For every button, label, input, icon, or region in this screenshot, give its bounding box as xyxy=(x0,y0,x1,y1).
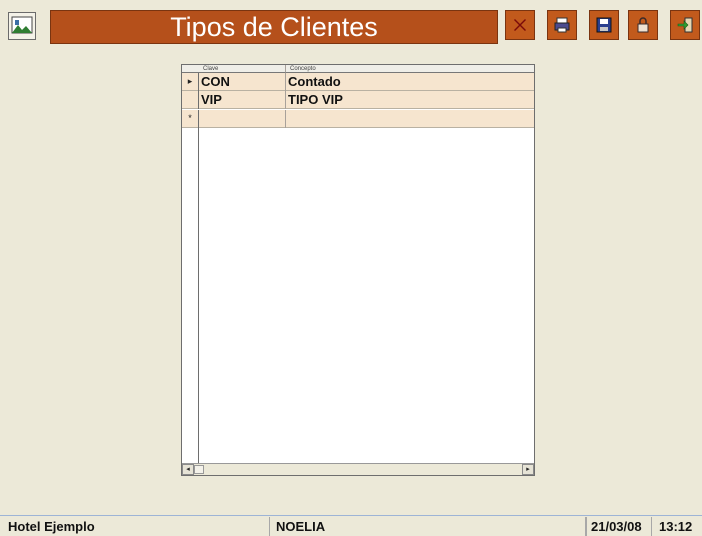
exit-icon xyxy=(677,17,693,33)
table-row[interactable]: VIP TIPO VIP xyxy=(182,91,534,109)
status-user: NOELIA xyxy=(272,517,586,536)
scroll-right-button[interactable]: ▸ xyxy=(522,464,534,475)
row-indicator xyxy=(182,91,199,109)
status-hotel: Hotel Ejemplo xyxy=(4,517,270,536)
lock-button[interactable] xyxy=(628,10,658,40)
grid-corner xyxy=(182,65,199,73)
cell-concepto[interactable] xyxy=(286,110,534,128)
print-button[interactable] xyxy=(547,10,577,40)
cell-clave[interactable]: CON xyxy=(199,73,286,91)
lock-icon xyxy=(637,17,649,33)
cell-concepto[interactable]: Contado xyxy=(286,73,534,91)
cell-clave[interactable]: VIP xyxy=(199,91,286,109)
save-icon xyxy=(596,17,612,33)
cell-concepto[interactable]: TIPO VIP xyxy=(286,91,534,109)
page-title: Tipos de Clientes xyxy=(50,10,498,44)
current-row-indicator: ▸ xyxy=(182,73,199,91)
scroll-thumb[interactable] xyxy=(194,465,204,474)
save-button[interactable] xyxy=(589,10,619,40)
column-header-clave[interactable]: Clave xyxy=(199,65,286,73)
status-bar: Hotel Ejemplo NOELIA 21/03/08 13:12 xyxy=(0,517,702,536)
scroll-left-button[interactable]: ◂ xyxy=(182,464,194,475)
status-date: 21/03/08 xyxy=(586,517,652,536)
table-row[interactable]: ▸ CON Contado xyxy=(182,73,534,91)
exit-button[interactable] xyxy=(670,10,700,40)
delete-icon xyxy=(514,19,526,31)
data-grid[interactable]: Clave Concepto ▸ CON Contado VIP TIPO VI… xyxy=(181,64,535,476)
new-row-indicator: * xyxy=(182,110,199,128)
cell-clave[interactable] xyxy=(199,110,286,128)
new-row[interactable]: * xyxy=(182,110,534,128)
status-divider xyxy=(0,515,702,516)
column-header-concepto[interactable]: Concepto xyxy=(286,65,534,73)
app-icon xyxy=(8,12,36,40)
row-header-column xyxy=(182,128,199,463)
delete-button[interactable] xyxy=(505,10,535,40)
print-icon xyxy=(554,17,570,33)
horizontal-scrollbar[interactable]: ◂ ▸ xyxy=(182,463,534,475)
status-time: 13:12 xyxy=(659,519,693,534)
